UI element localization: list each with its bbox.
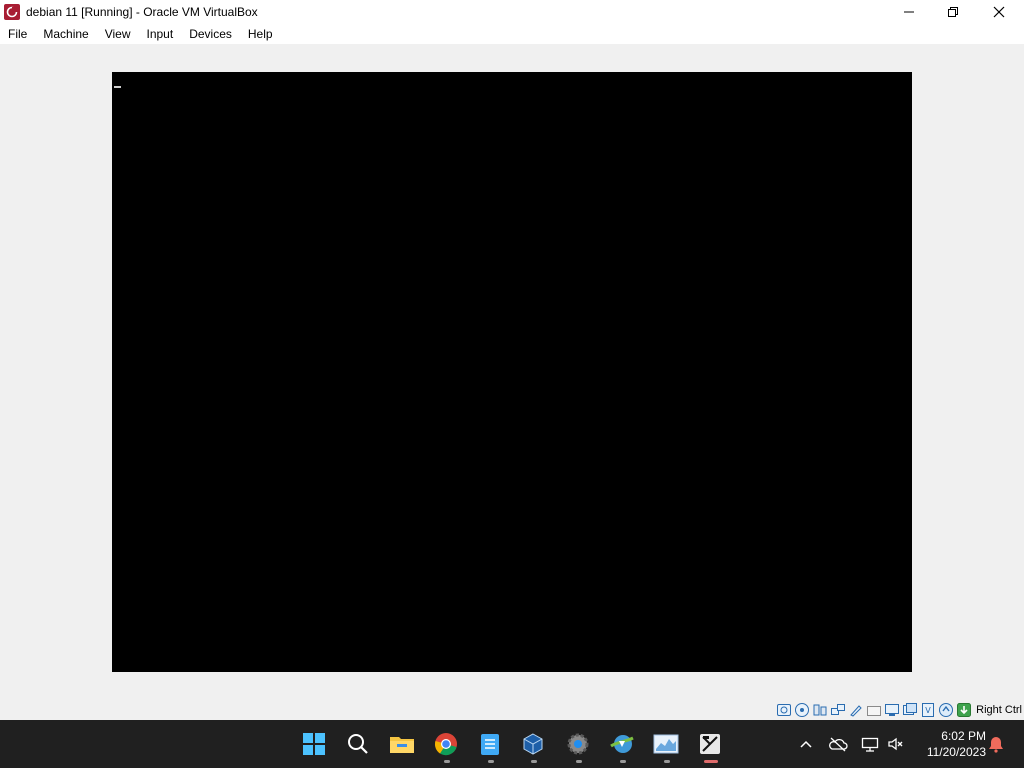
capcut-icon[interactable] [694, 728, 726, 760]
maximize-button[interactable] [930, 0, 976, 24]
shared-folders-icon[interactable] [866, 702, 882, 718]
vm-display[interactable] [112, 72, 912, 672]
svg-text:V: V [925, 706, 931, 715]
notifications-bell-icon[interactable] [980, 728, 1012, 760]
monitor-running-indicator [664, 760, 670, 763]
chrome-running-indicator [444, 760, 450, 763]
menu-help[interactable]: Help [240, 24, 281, 44]
virtualbox-running-indicator [531, 760, 537, 763]
keyboard-icon[interactable] [956, 702, 972, 718]
notepad-icon[interactable] [474, 728, 506, 760]
optical-drive-icon[interactable] [794, 702, 810, 718]
search-icon[interactable] [342, 728, 374, 760]
clock-date: 11/20/2023 [926, 745, 986, 759]
idm-running-indicator [620, 760, 626, 763]
close-button[interactable] [976, 0, 1022, 24]
text-cursor [114, 86, 121, 88]
recording-icon[interactable] [902, 702, 918, 718]
chrome-icon[interactable] [430, 728, 462, 760]
file-explorer-icon[interactable] [386, 728, 418, 760]
restore-icon [948, 7, 958, 17]
clock-time: 6:02 PM [941, 729, 986, 743]
usb-icon[interactable] [848, 702, 864, 718]
display-icon[interactable] [884, 702, 900, 718]
mouse-integration-icon[interactable] [938, 702, 954, 718]
notepad-running-indicator [488, 760, 494, 763]
minimize-button[interactable] [886, 0, 932, 24]
menu-view[interactable]: View [97, 24, 139, 44]
show-hidden-icons-chevron[interactable] [790, 728, 822, 760]
close-icon [993, 6, 1005, 18]
hard-disk-icon[interactable] [776, 702, 792, 718]
menu-devices[interactable]: Devices [181, 24, 240, 44]
vm-statusbar: V Right Ctrl [0, 700, 1024, 720]
settings-icon[interactable] [562, 728, 594, 760]
audio-icon[interactable] [812, 702, 828, 718]
network-icon[interactable] [830, 702, 846, 718]
menu-machine[interactable]: Machine [35, 24, 96, 44]
settings-running-indicator [576, 760, 582, 763]
cpu-icon[interactable]: V [920, 702, 936, 718]
menu-input[interactable]: Input [139, 24, 182, 44]
host-key-label[interactable]: Right Ctrl [976, 704, 1022, 716]
window-title: debian 11 [Running] - Oracle VM VirtualB… [26, 5, 258, 19]
start-icon[interactable] [298, 728, 330, 760]
virtualbox-icon[interactable] [517, 728, 549, 760]
debian-app-icon [4, 4, 20, 20]
system-monitor-icon[interactable] [650, 728, 682, 760]
capcut-active-indicator [704, 760, 718, 763]
minimize-icon [904, 11, 914, 13]
internet-download-manager-icon[interactable] [606, 728, 638, 760]
taskbar-clock[interactable]: 6:02 PM 11/20/2023 [912, 728, 986, 760]
window-titlebar[interactable]: debian 11 [Running] - Oracle VM VirtualB… [0, 0, 1024, 24]
menubar: File Machine View Input Devices Help [0, 24, 1024, 44]
onedrive-icon[interactable] [822, 728, 854, 760]
volume-muted-icon[interactable] [880, 728, 912, 760]
menu-file[interactable]: File [0, 24, 35, 44]
